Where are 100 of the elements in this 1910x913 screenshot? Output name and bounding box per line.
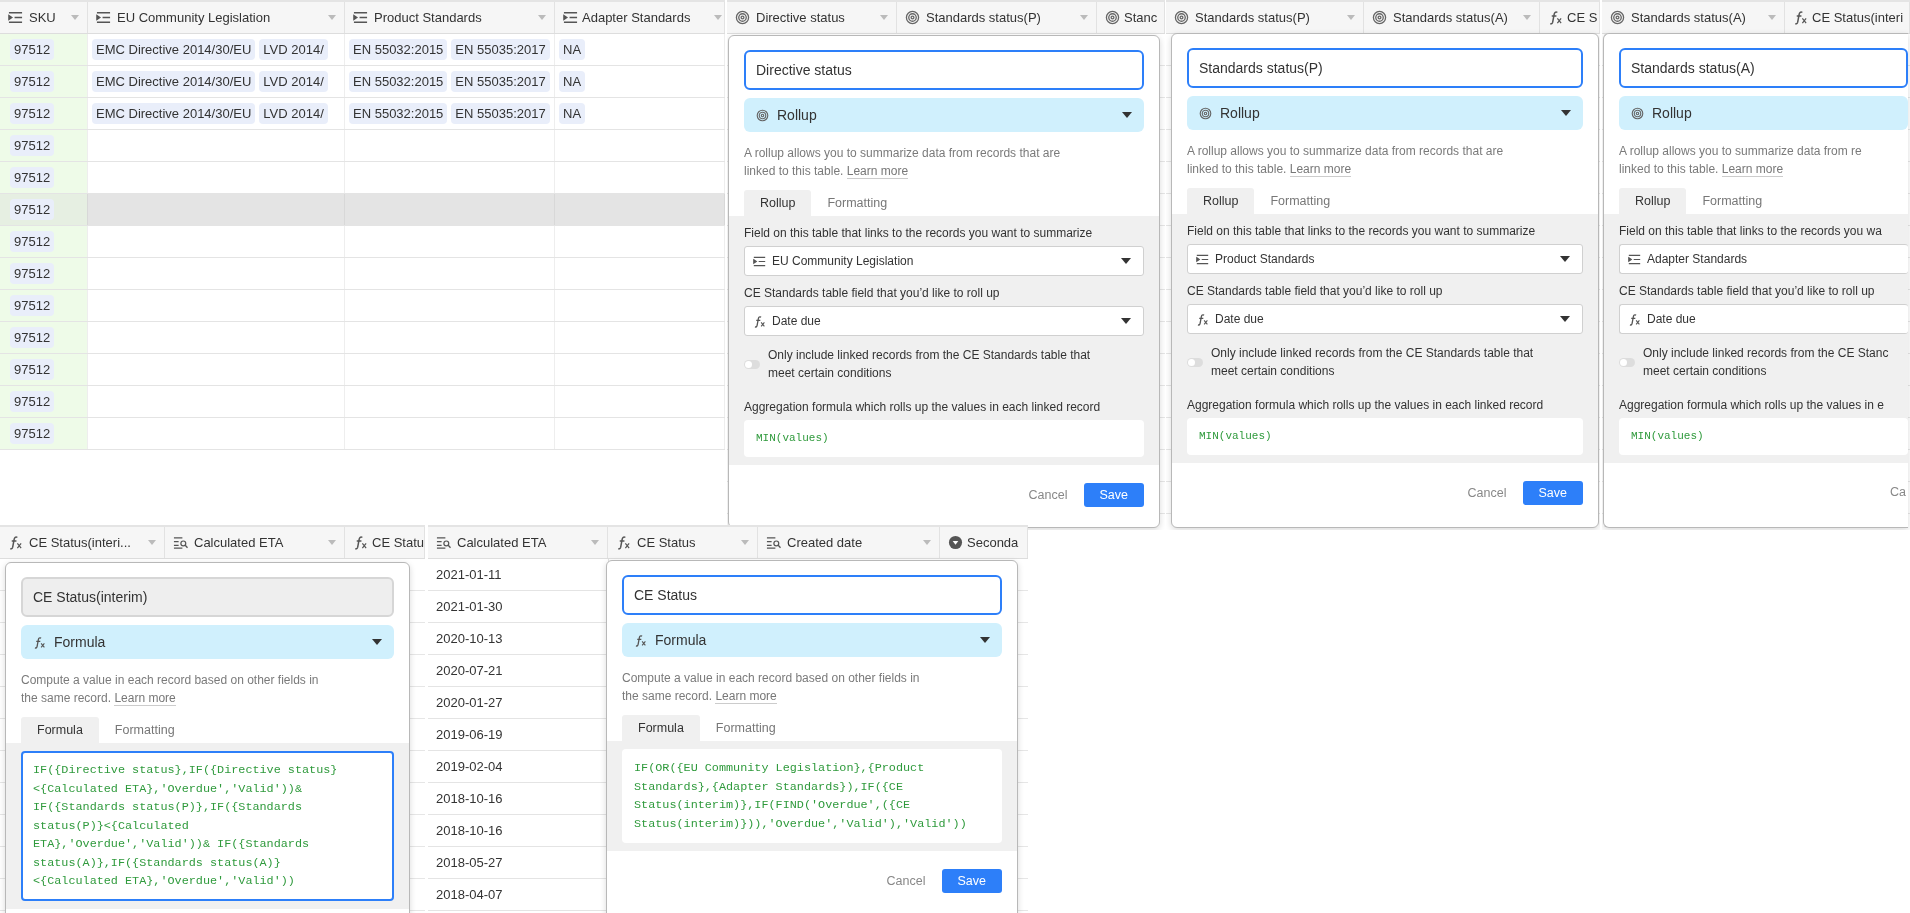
field-select[interactable]: Formula bbox=[21, 625, 394, 659]
tab[interactable]: Formatting bbox=[699, 715, 792, 741]
tab[interactable]: Formatting bbox=[98, 717, 191, 743]
dropdown-arrow-icon[interactable] bbox=[591, 540, 599, 545]
column-header[interactable]: EU Community Legislation bbox=[88, 2, 345, 33]
dropdown-arrow-icon[interactable] bbox=[1080, 15, 1088, 20]
dropdown-arrow-icon[interactable] bbox=[923, 540, 931, 545]
record-chip[interactable]: EN 55032:2015 bbox=[349, 71, 448, 92]
record-chip[interactable]: EN 55032:2015 bbox=[349, 103, 448, 124]
save-button[interactable]: Save bbox=[1522, 481, 1583, 505]
toggle-switch[interactable] bbox=[1187, 357, 1203, 367]
record-chip[interactable]: 97512 bbox=[10, 231, 55, 252]
column-header[interactable]: CE Status bbox=[608, 527, 758, 558]
dropdown-arrow-icon[interactable] bbox=[1768, 15, 1776, 20]
tab[interactable]: Formatting bbox=[811, 190, 904, 216]
learn-more-link[interactable]: Learn more bbox=[715, 689, 777, 704]
dropdown-arrow-icon[interactable] bbox=[328, 540, 336, 545]
field-select[interactable]: Rollup bbox=[744, 98, 1144, 132]
dropdown-arrow-icon[interactable] bbox=[1347, 15, 1355, 20]
cancel-button[interactable]: Ca bbox=[1888, 481, 1908, 503]
dropdown-arrow-icon[interactable] bbox=[148, 540, 156, 545]
record-chip[interactable]: 97512 bbox=[10, 327, 55, 348]
column-header[interactable]: CE Statu bbox=[345, 527, 425, 558]
record-chip[interactable]: EMC Directive 2014/30/EU bbox=[92, 71, 256, 92]
record-chip[interactable]: LVD 2014/ bbox=[259, 103, 328, 124]
record-chip[interactable]: 97512 bbox=[10, 103, 55, 124]
record-chip[interactable]: 97512 bbox=[10, 199, 55, 220]
column-header[interactable]: SKU bbox=[0, 2, 88, 33]
tab[interactable]: Formatting bbox=[1686, 188, 1779, 214]
column-header[interactable]: Calculated ETA bbox=[428, 527, 608, 558]
toggle-switch[interactable] bbox=[1619, 357, 1635, 367]
record-chip[interactable]: LVD 2014/ bbox=[259, 39, 328, 60]
record-chip[interactable]: 97512 bbox=[10, 167, 55, 188]
field-select[interactable]: Date due bbox=[744, 306, 1144, 336]
record-chip[interactable]: EN 55035:2017 bbox=[451, 71, 550, 92]
formula-editor[interactable]: MIN(values) bbox=[1619, 418, 1908, 455]
record-chip[interactable]: 97512 bbox=[10, 391, 55, 412]
dropdown-arrow-icon[interactable] bbox=[71, 15, 79, 20]
tab[interactable]: Rollup bbox=[1619, 188, 1687, 214]
record-chip[interactable]: LVD 2014/ bbox=[259, 71, 328, 92]
column-header[interactable]: Seconda bbox=[940, 527, 1028, 558]
save-button[interactable]: Save bbox=[1083, 483, 1144, 507]
dropdown-arrow-icon[interactable] bbox=[880, 15, 888, 20]
cancel-button[interactable]: Cancel bbox=[1465, 482, 1509, 504]
formula-editor[interactable]: MIN(values) bbox=[744, 420, 1144, 457]
column-header[interactable]: Calculated ETA bbox=[165, 527, 345, 558]
dropdown-arrow-icon[interactable] bbox=[1523, 15, 1531, 20]
tab[interactable]: Formula bbox=[622, 715, 700, 741]
formula-editor[interactable]: IF(OR({EU Community Legislation},{Product Standards},{Adapter Standards}),IF({CE Status(interim)},IF(FIND('Overdue',({CE Status(interim)})),'Overdue','Valid'),'Valid')) bbox=[622, 749, 1002, 843]
tab[interactable]: Formatting bbox=[1254, 188, 1347, 214]
record-chip[interactable]: 97512 bbox=[10, 263, 55, 284]
formula-editor[interactable]: IF({Directive status},IF({Directive status} <{Calculated ETA},'Overdue','Valid'))& IF({Standards status(P)},IF({Standards status(P)}<{Calculated ETA},'Overdue','Valid'))& IF({Standards status(A)},IF({Standards status(A)} <{Calculated ETA},'Overdue','Valid')) bbox=[21, 751, 394, 901]
column-header[interactable]: Created date bbox=[758, 527, 940, 558]
dropdown-arrow-icon[interactable] bbox=[328, 15, 336, 20]
field-select[interactable]: Date due bbox=[1619, 304, 1908, 334]
column-header[interactable]: Directive status bbox=[727, 2, 897, 33]
field-select[interactable]: Product Standards bbox=[1187, 244, 1583, 274]
record-chip[interactable]: 97512 bbox=[10, 71, 55, 92]
field-select[interactable]: Rollup bbox=[1619, 96, 1908, 130]
field-select[interactable]: EU Community Legislation bbox=[744, 246, 1144, 276]
record-chip[interactable]: 97512 bbox=[10, 359, 55, 380]
column-header[interactable]: Product Standards bbox=[345, 2, 555, 33]
record-chip[interactable]: NA bbox=[559, 39, 586, 60]
record-chip[interactable]: EN 55035:2017 bbox=[451, 39, 550, 60]
record-chip[interactable]: NA bbox=[559, 71, 586, 92]
record-chip[interactable]: EN 55032:2015 bbox=[349, 39, 448, 60]
cancel-button[interactable]: Cancel bbox=[1026, 484, 1070, 506]
column-header[interactable]: Adapter Standards bbox=[555, 2, 725, 33]
toggle-switch[interactable] bbox=[744, 359, 760, 369]
dropdown-arrow-icon[interactable] bbox=[741, 540, 749, 545]
record-chip[interactable]: EMC Directive 2014/30/EU bbox=[92, 39, 256, 60]
tab[interactable]: Rollup bbox=[1187, 188, 1255, 214]
record-chip[interactable]: EN 55035:2017 bbox=[451, 103, 550, 124]
record-chip[interactable]: 97512 bbox=[10, 135, 55, 156]
field-name-input[interactable]: Standards status(A) bbox=[1619, 48, 1908, 88]
tab[interactable]: Rollup bbox=[744, 190, 812, 216]
learn-more-link[interactable]: Learn more bbox=[114, 691, 176, 706]
tab[interactable]: Formula bbox=[21, 717, 99, 743]
column-header[interactable]: CE Status(interi... bbox=[0, 527, 165, 558]
learn-more-link[interactable]: Learn more bbox=[1289, 162, 1352, 177]
record-chip[interactable]: 97512 bbox=[10, 39, 55, 60]
field-name-input[interactable]: Directive status bbox=[744, 50, 1144, 90]
field-name-input[interactable]: Standards status(P) bbox=[1187, 48, 1583, 88]
field-select[interactable]: Rollup bbox=[1187, 96, 1583, 130]
record-chip[interactable]: EMC Directive 2014/30/EU bbox=[92, 103, 256, 124]
field-name-input[interactable]: CE Status bbox=[622, 575, 1002, 615]
record-chip[interactable]: NA bbox=[559, 103, 586, 124]
learn-more-link[interactable]: Learn more bbox=[846, 164, 909, 179]
dropdown-arrow-icon[interactable] bbox=[714, 15, 722, 20]
column-header[interactable]: Standards status(P) bbox=[897, 2, 1097, 33]
cancel-button[interactable]: Cancel bbox=[884, 870, 928, 892]
field-select[interactable]: Formula bbox=[622, 623, 1002, 657]
record-chip[interactable]: 97512 bbox=[10, 423, 55, 444]
column-header[interactable]: Stanc bbox=[1097, 2, 1165, 33]
dropdown-arrow-icon[interactable] bbox=[538, 15, 546, 20]
field-select[interactable]: Date due bbox=[1187, 304, 1583, 334]
field-select[interactable]: Adapter Standards bbox=[1619, 244, 1908, 274]
formula-editor[interactable]: MIN(values) bbox=[1187, 418, 1583, 455]
save-button[interactable]: Save bbox=[941, 869, 1002, 893]
field-name-input[interactable]: CE Status(interim) bbox=[21, 577, 394, 617]
